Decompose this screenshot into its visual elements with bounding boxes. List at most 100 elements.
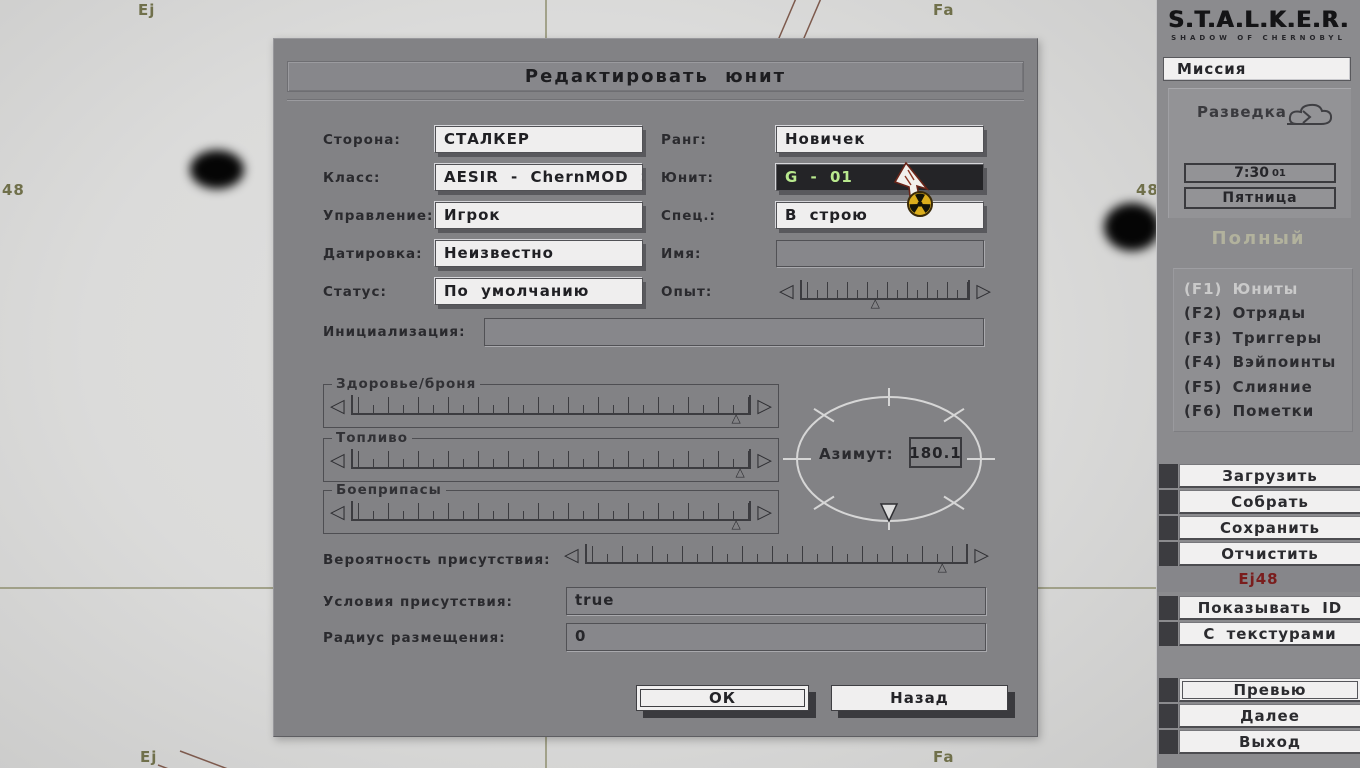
- init-field[interactable]: [484, 318, 984, 346]
- health-armor-legend: Здоровье/броня: [332, 376, 481, 392]
- slider-thumb[interactable]: △: [871, 297, 880, 309]
- grid-label: Fa: [933, 748, 955, 766]
- next-button[interactable]: Далее: [1179, 704, 1360, 728]
- slider-ruler[interactable]: △: [799, 280, 971, 309]
- preview-button[interactable]: Превью: [1179, 678, 1360, 702]
- save-button[interactable]: Сохранить: [1179, 516, 1360, 540]
- rank-field[interactable]: Новичек: [776, 126, 984, 153]
- slider-ruler[interactable]: △: [350, 501, 752, 530]
- button-shadow-block: [1159, 490, 1178, 514]
- control-field[interactable]: Игрок: [435, 202, 643, 229]
- slider-left-arrow[interactable]: ◁: [330, 451, 345, 470]
- back-button[interactable]: Назад: [831, 685, 1008, 711]
- game-cursor: [884, 160, 948, 228]
- azimuth-value[interactable]: 180.1: [909, 437, 962, 468]
- unit-label: Юнит:: [661, 170, 714, 186]
- presence-condition-label: Условия присутствия:: [323, 594, 513, 610]
- presence-probability-slider[interactable]: ◁ △ ▷: [564, 544, 989, 573]
- slider-right-arrow[interactable]: ▷: [757, 503, 772, 522]
- fuel-slider[interactable]: ◁ △ ▷: [330, 449, 772, 478]
- slider-thumb[interactable]: △: [938, 561, 947, 573]
- button-shadow-block: [1159, 542, 1178, 566]
- time-seconds: 01: [1271, 167, 1286, 179]
- slider-right-arrow[interactable]: ▷: [757, 451, 772, 470]
- grid-label: Fa: [933, 1, 955, 19]
- menu-item-triggers[interactable]: (F3) Триггеры: [1184, 329, 1352, 347]
- region-label: Ej48: [1157, 566, 1360, 592]
- slider-right-arrow[interactable]: ▷: [976, 282, 991, 301]
- edit-unit-dialog: Редактировать юнит Сторона: СТАЛКЕР Ранг…: [273, 38, 1038, 737]
- slider-left-arrow[interactable]: ◁: [330, 503, 345, 522]
- slider-thumb[interactable]: △: [731, 412, 740, 424]
- status-field[interactable]: По умолчанию: [435, 278, 643, 305]
- button-shadow-block: [1159, 596, 1178, 620]
- azimuth-marker[interactable]: [879, 503, 899, 523]
- health-armor-slider[interactable]: ◁ △ ▷: [330, 395, 772, 424]
- name-field[interactable]: [776, 240, 984, 267]
- name-label: Имя:: [661, 246, 702, 262]
- experience-slider[interactable]: ◁ △ ▷: [779, 280, 991, 309]
- unit-field[interactable]: G - 01: [776, 164, 984, 191]
- recon-panel: Разведка 7:30 01 Пятница: [1168, 88, 1351, 218]
- dialog-titlebar: Редактировать юнит: [287, 61, 1024, 92]
- map-unit-blob: [190, 150, 244, 189]
- time-value: 7:30: [1234, 165, 1269, 181]
- mission-button[interactable]: Миссия: [1163, 57, 1351, 81]
- slider-right-arrow[interactable]: ▷: [974, 546, 989, 565]
- stalker-logo-title: S.T.A.L.K.E.R.: [1168, 8, 1349, 33]
- ammo-slider[interactable]: ◁ △ ▷: [330, 501, 772, 530]
- menu-item-merge[interactable]: (F5) Слияние: [1184, 378, 1352, 396]
- spec-label: Спец.:: [661, 208, 716, 224]
- class-field[interactable]: AESIR - ChernMOD S: [435, 164, 643, 191]
- assemble-button[interactable]: Собрать: [1179, 490, 1360, 514]
- clear-button[interactable]: Отчистить: [1179, 542, 1360, 566]
- azimuth-label: Азимут:: [819, 445, 894, 463]
- azimuth-widget[interactable]: Азимут: 180.1: [779, 385, 999, 535]
- ok-button[interactable]: ОК: [636, 685, 809, 711]
- button-shadow-block: [1159, 464, 1178, 488]
- slider-ruler[interactable]: △: [350, 395, 752, 424]
- ammo-group: Боеприпасы ◁ △ ▷: [323, 482, 779, 534]
- exit-button[interactable]: Выход: [1179, 730, 1360, 754]
- map-unit-blob: [1104, 203, 1160, 251]
- sidebar: S.T.A.L.K.E.R. SHADOW OF CHERNOBYL Мисси…: [1156, 0, 1360, 768]
- slider-left-arrow[interactable]: ◁: [564, 546, 579, 565]
- title-separator: [287, 99, 1024, 101]
- control-label: Управление:: [323, 208, 434, 224]
- day-display: Пятница: [1184, 187, 1336, 209]
- slider-thumb[interactable]: △: [731, 518, 740, 530]
- presence-probability-label: Вероятность присутствия:: [323, 552, 551, 568]
- radiation-cursor-icon: [893, 161, 933, 217]
- dialog-title: Редактировать юнит: [524, 66, 787, 87]
- presence-condition-field[interactable]: true: [566, 587, 986, 615]
- slider-left-arrow[interactable]: ◁: [779, 282, 794, 301]
- spec-field[interactable]: В строю: [776, 202, 984, 229]
- dating-field[interactable]: Неизвестно: [435, 240, 643, 267]
- grid-label: Ej: [138, 1, 156, 19]
- fog-status-label: Полный: [1211, 228, 1306, 249]
- menu-item-marks[interactable]: (F6) Пометки: [1184, 402, 1352, 420]
- time-display: 7:30 01: [1184, 163, 1336, 183]
- ammo-legend: Боеприпасы: [332, 482, 446, 498]
- load-button[interactable]: Загрузить: [1179, 464, 1360, 488]
- menu-item-waypoints[interactable]: (F4) Вэйпоинты: [1184, 353, 1352, 371]
- rank-label: Ранг:: [661, 132, 707, 148]
- menu-item-squads[interactable]: (F2) Отряды: [1184, 304, 1352, 322]
- button-shadow-block: [1159, 730, 1178, 754]
- slider-ruler[interactable]: △: [350, 449, 752, 478]
- textures-toggle[interactable]: С текстурами: [1179, 622, 1360, 646]
- button-shadow-block: [1159, 704, 1178, 728]
- menu-item-units[interactable]: (F1) Юниты: [1184, 280, 1352, 298]
- slider-right-arrow[interactable]: ▷: [757, 397, 772, 416]
- slider-left-arrow[interactable]: ◁: [330, 397, 345, 416]
- placement-radius-label: Радиус размещения:: [323, 630, 506, 646]
- show-id-toggle[interactable]: Показывать ID: [1179, 596, 1360, 620]
- button-shadow-block: [1159, 678, 1178, 702]
- stalker-logo: S.T.A.L.K.E.R. SHADOW OF CHERNOBYL: [1157, 8, 1360, 42]
- button-shadow-block: [1159, 622, 1178, 646]
- placement-radius-field[interactable]: 0: [566, 623, 986, 651]
- side-field[interactable]: СТАЛКЕР: [435, 126, 643, 153]
- class-label: Класс:: [323, 170, 381, 186]
- slider-thumb[interactable]: △: [735, 466, 744, 478]
- slider-ruler[interactable]: △: [584, 544, 969, 573]
